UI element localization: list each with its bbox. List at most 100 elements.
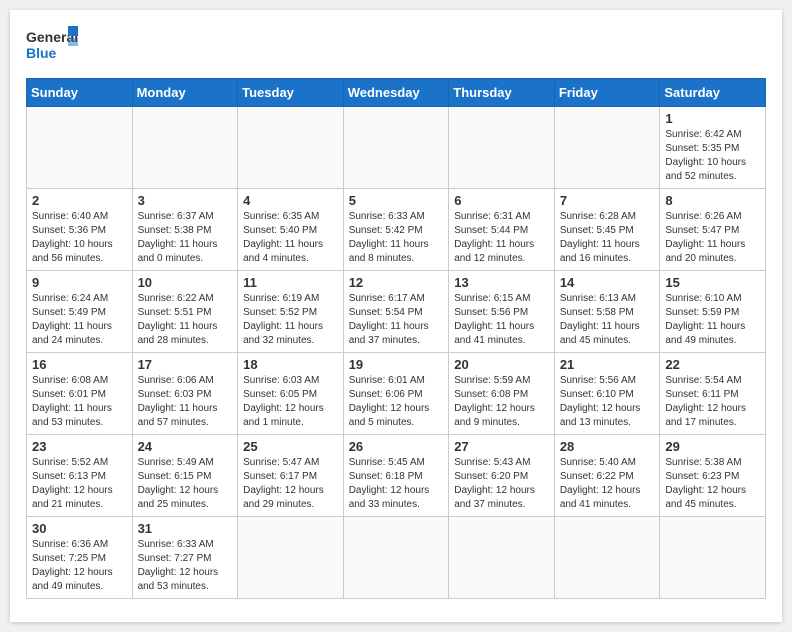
day-cell: 8Sunrise: 6:26 AM Sunset: 5:47 PM Daylig… [660,189,766,271]
day-cell [554,107,660,189]
day-cell: 17 Sunrise: 6:06 AM Sunset: 6:03 PM Dayli… [132,353,238,435]
day-number: 31 [138,521,233,536]
day-number: 30 [32,521,127,536]
day-info: Sunrise: 5:56 AM Sunset: 6:10 PM Dayligh… [560,374,655,430]
day-number: 24 [138,439,233,454]
day-number: 3 [138,193,233,208]
day-number: 12 [349,275,444,290]
day-info: Sunrise: 6:42 AM Sunset: 5:35 PM Dayligh… [665,128,760,184]
day-number: 25 [243,439,338,454]
day-cell: 16 Sunrise: 6:08 AM Sunset: 6:01 PM Dayli… [27,353,133,435]
day-number: 2 [32,193,127,208]
day-cell: 18Sunrise: 6:03 AM Sunset: 6:05 PM Dayli… [238,353,344,435]
day-cell [238,107,344,189]
day-info: Sunrise: 6:13 AM Sunset: 5:58 PM Dayligh… [560,292,655,348]
day-cell: 11 Sunrise: 6:19 AM Sunset: 5:52 PM Dayli… [238,271,344,353]
day-number: 27 [454,439,549,454]
weekday-header-friday: Friday [554,79,660,107]
day-number: 11 [243,275,338,290]
week-row-4: 16 Sunrise: 6:08 AM Sunset: 6:01 PM Dayli… [27,353,766,435]
logo: General Blue [26,26,78,70]
day-cell: 24 Sunrise: 5:49 AM Sunset: 6:15 PM Dayli… [132,435,238,517]
weekday-header-monday: Monday [132,79,238,107]
day-number: 4 [243,193,338,208]
day-cell: 31Sunrise: 6:33 AM Sunset: 7:27 PM Dayli… [132,517,238,599]
week-row-6: 30 Sunrise: 6:36 AM Sunset: 7:25 PM Dayli… [27,517,766,599]
week-row-5: 23 Sunrise: 5:52 AM Sunset: 6:13 PM Dayli… [27,435,766,517]
day-cell [343,517,449,599]
day-info: Sunrise: 6:17 AM Sunset: 5:54 PM Dayligh… [349,292,444,348]
day-cell: 9Sunrise: 6:24 AM Sunset: 5:49 PM Daylig… [27,271,133,353]
day-cell: 5 Sunrise: 6:33 AM Sunset: 5:42 PM Daylig… [343,189,449,271]
svg-text:Blue: Blue [26,45,57,61]
day-cell [27,107,133,189]
day-info: Sunrise: 5:54 AM Sunset: 6:11 PM Dayligh… [665,374,760,430]
day-info: Sunrise: 5:49 AM Sunset: 6:15 PM Dayligh… [138,456,233,512]
day-cell: 15 Sunrise: 6:10 AM Sunset: 5:59 PM Dayli… [660,271,766,353]
day-cell: 21 Sunrise: 5:56 AM Sunset: 6:10 PM Dayli… [554,353,660,435]
day-cell: 20Sunrise: 5:59 AM Sunset: 6:08 PM Dayli… [449,353,555,435]
day-info: Sunrise: 6:37 AM Sunset: 5:38 PM Dayligh… [138,210,233,266]
day-number: 14 [560,275,655,290]
day-info: Sunrise: 6:36 AM Sunset: 7:25 PM Dayligh… [32,538,127,594]
day-cell: 4Sunrise: 6:35 AM Sunset: 5:40 PM Daylig… [238,189,344,271]
day-info: Sunrise: 6:08 AM Sunset: 6:01 PM Dayligh… [32,374,127,430]
day-cell: 10 Sunrise: 6:22 AM Sunset: 5:51 PM Dayli… [132,271,238,353]
generalblue-logo-svg: General Blue [26,26,78,70]
day-number: 21 [560,357,655,372]
day-cell: 14 Sunrise: 6:13 AM Sunset: 5:58 PM Dayli… [554,271,660,353]
day-cell: 7 Sunrise: 6:28 AM Sunset: 5:45 PM Daylig… [554,189,660,271]
day-number: 19 [349,357,444,372]
day-info: Sunrise: 5:43 AM Sunset: 6:20 PM Dayligh… [454,456,549,512]
day-info: Sunrise: 6:31 AM Sunset: 5:44 PM Dayligh… [454,210,549,266]
day-info: Sunrise: 6:06 AM Sunset: 6:03 PM Dayligh… [138,374,233,430]
day-cell [343,107,449,189]
week-row-2: 2 Sunrise: 6:40 AM Sunset: 5:36 PM Daylig… [27,189,766,271]
day-number: 8 [665,193,760,208]
day-cell: 3 Sunrise: 6:37 AM Sunset: 5:38 PM Daylig… [132,189,238,271]
day-info: Sunrise: 6:22 AM Sunset: 5:51 PM Dayligh… [138,292,233,348]
day-number: 17 [138,357,233,372]
weekday-header-saturday: Saturday [660,79,766,107]
week-row-3: 9Sunrise: 6:24 AM Sunset: 5:49 PM Daylig… [27,271,766,353]
day-cell [449,517,555,599]
weekday-header-tuesday: Tuesday [238,79,344,107]
day-number: 26 [349,439,444,454]
day-number: 5 [349,193,444,208]
day-info: Sunrise: 5:59 AM Sunset: 6:08 PM Dayligh… [454,374,549,430]
day-info: Sunrise: 5:47 AM Sunset: 6:17 PM Dayligh… [243,456,338,512]
day-number: 23 [32,439,127,454]
day-cell: 28 Sunrise: 5:40 AM Sunset: 6:22 PM Dayli… [554,435,660,517]
day-cell: 29Sunrise: 5:38 AM Sunset: 6:23 PM Dayli… [660,435,766,517]
day-cell: 26 Sunrise: 5:45 AM Sunset: 6:18 PM Dayli… [343,435,449,517]
day-number: 15 [665,275,760,290]
day-info: Sunrise: 6:03 AM Sunset: 6:05 PM Dayligh… [243,374,338,430]
day-info: Sunrise: 6:01 AM Sunset: 6:06 PM Dayligh… [349,374,444,430]
day-info: Sunrise: 5:45 AM Sunset: 6:18 PM Dayligh… [349,456,444,512]
day-number: 29 [665,439,760,454]
day-cell [554,517,660,599]
day-number: 28 [560,439,655,454]
day-info: Sunrise: 6:10 AM Sunset: 5:59 PM Dayligh… [665,292,760,348]
day-cell [449,107,555,189]
day-number: 6 [454,193,549,208]
day-cell: 12 Sunrise: 6:17 AM Sunset: 5:54 PM Dayli… [343,271,449,353]
day-info: Sunrise: 6:28 AM Sunset: 5:45 PM Dayligh… [560,210,655,266]
calendar-header: General Blue [26,26,766,70]
calendar-container: General Blue SundayMondayTuesdayWednesda… [10,10,782,622]
day-info: Sunrise: 5:40 AM Sunset: 6:22 PM Dayligh… [560,456,655,512]
day-cell: 1Sunrise: 6:42 AM Sunset: 5:35 PM Daylig… [660,107,766,189]
weekday-header-sunday: Sunday [27,79,133,107]
day-cell [660,517,766,599]
day-info: Sunrise: 6:33 AM Sunset: 5:42 PM Dayligh… [349,210,444,266]
day-number: 10 [138,275,233,290]
day-number: 16 [32,357,127,372]
day-cell: 30 Sunrise: 6:36 AM Sunset: 7:25 PM Dayli… [27,517,133,599]
day-cell: 19 Sunrise: 6:01 AM Sunset: 6:06 PM Dayli… [343,353,449,435]
day-cell [132,107,238,189]
day-cell: 2 Sunrise: 6:40 AM Sunset: 5:36 PM Daylig… [27,189,133,271]
day-info: Sunrise: 5:52 AM Sunset: 6:13 PM Dayligh… [32,456,127,512]
day-number: 7 [560,193,655,208]
day-info: Sunrise: 6:19 AM Sunset: 5:52 PM Dayligh… [243,292,338,348]
day-info: Sunrise: 6:40 AM Sunset: 5:36 PM Dayligh… [32,210,127,266]
